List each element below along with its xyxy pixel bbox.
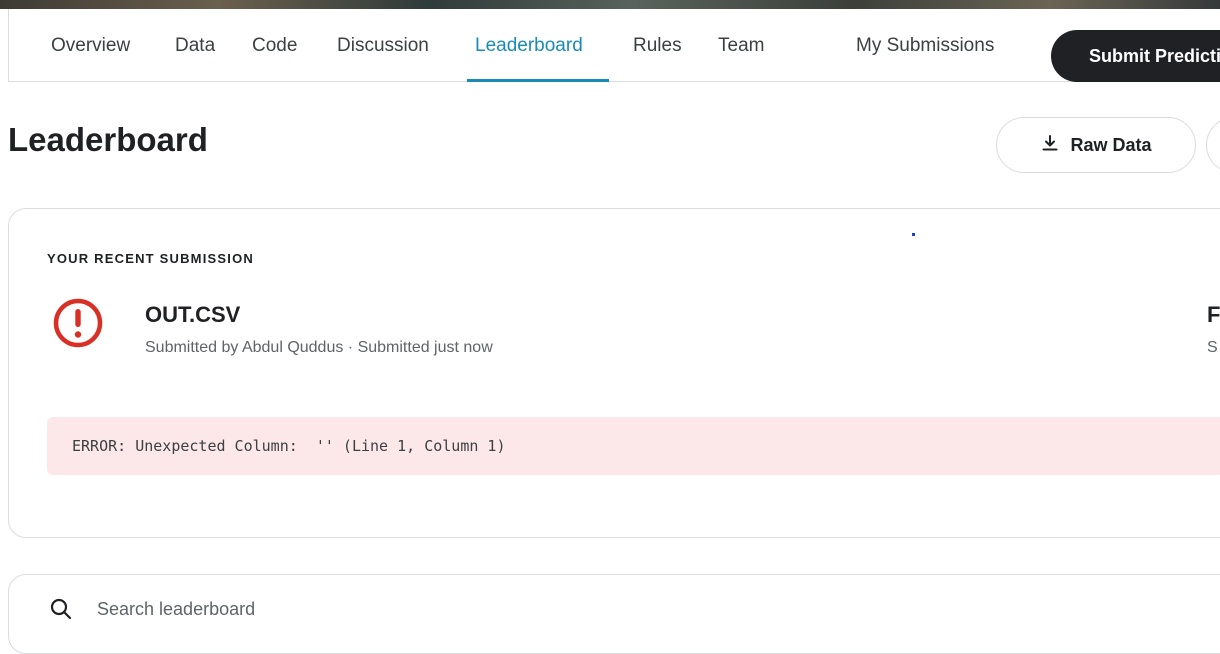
tab-team[interactable]: Team xyxy=(718,35,764,57)
submission-status-subtitle: S xyxy=(1207,339,1218,356)
tab-code[interactable]: Code xyxy=(252,35,297,57)
raw-data-label: Raw Data xyxy=(1070,134,1152,155)
error-message: ERROR: Unexpected Column: '' (Line 1, Co… xyxy=(72,437,506,455)
competition-tab-bar: Overview Data Code Discussion Leaderboar… xyxy=(8,9,1220,82)
tab-rules[interactable]: Rules xyxy=(633,35,682,57)
submission-file-name: OUT.CSV xyxy=(145,302,241,327)
stray-dot xyxy=(912,233,915,236)
tab-overview[interactable]: Overview xyxy=(51,35,130,57)
section-label: YOUR RECENT SUBMISSION xyxy=(47,251,254,266)
recent-submission-card: YOUR RECENT SUBMISSION OUT.CSV Submitted… xyxy=(8,208,1220,538)
search-icon xyxy=(49,597,73,621)
more-actions-button[interactable] xyxy=(1206,117,1220,173)
my-submissions-link[interactable]: My Submissions xyxy=(856,35,994,57)
submission-meta: Submitted by Abdul Quddus · Submitted ju… xyxy=(145,339,493,356)
tab-leaderboard[interactable]: Leaderboard xyxy=(475,35,583,57)
tab-discussion[interactable]: Discussion xyxy=(337,35,429,57)
submission-status-title: F xyxy=(1207,302,1220,327)
page-title: Leaderboard xyxy=(8,121,208,158)
submit-prediction-button[interactable]: Submit Prediction xyxy=(1051,30,1220,82)
search-input[interactable] xyxy=(95,595,699,623)
tab-data[interactable]: Data xyxy=(175,35,215,57)
header-banner-image xyxy=(0,0,1220,9)
active-tab-indicator xyxy=(467,79,609,82)
error-message-box: ERROR: Unexpected Column: '' (Line 1, Co… xyxy=(47,417,1220,475)
download-icon xyxy=(1040,133,1060,158)
raw-data-button[interactable]: Raw Data xyxy=(996,117,1196,173)
error-icon xyxy=(52,297,104,349)
leaderboard-search-bar xyxy=(8,574,1220,654)
